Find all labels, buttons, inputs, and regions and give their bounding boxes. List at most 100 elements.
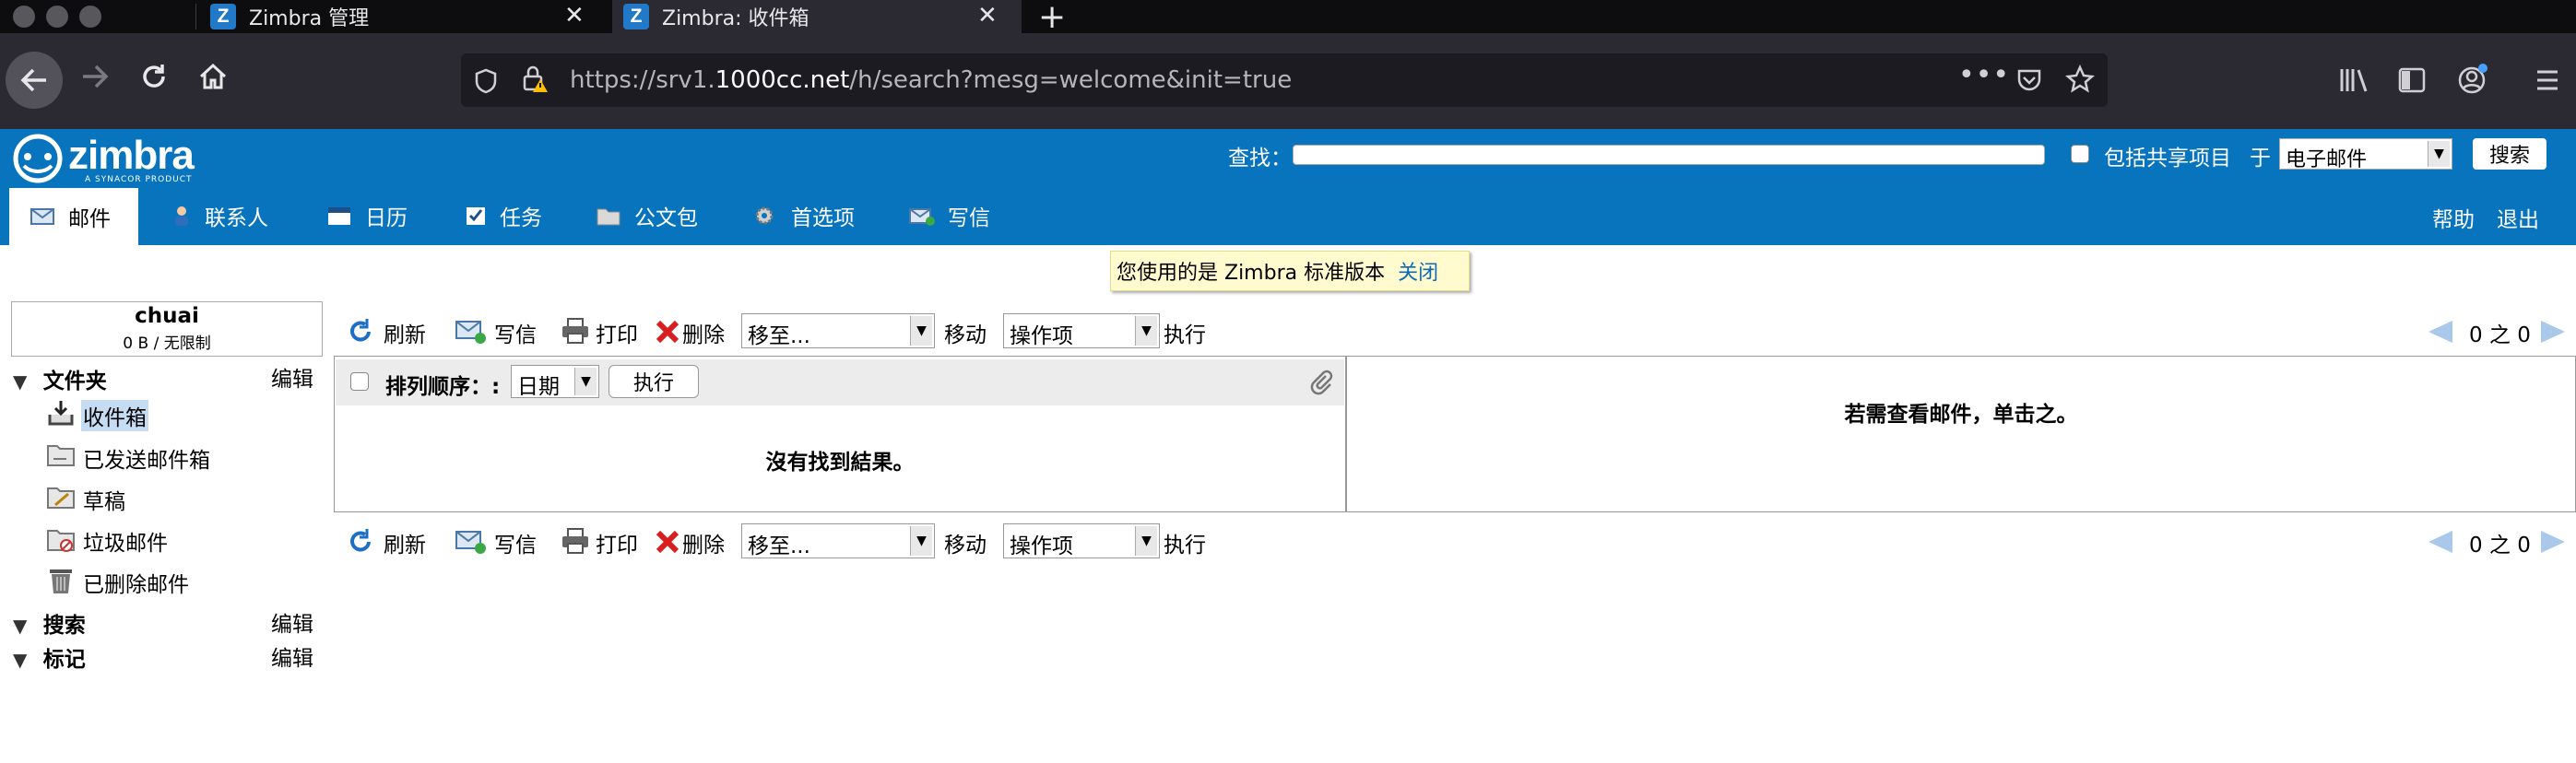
sidebar-icon[interactable] <box>2397 66 2427 94</box>
compose-icon <box>455 321 486 344</box>
sort-label: 排列顺序：: <box>385 375 501 399</box>
folder-inbox[interactable]: 收件箱 <box>81 400 148 431</box>
search-type-select[interactable]: 电子邮件 ▼ <box>2279 138 2452 171</box>
zoom-window-button[interactable] <box>79 6 101 28</box>
move-to-value: 移至... <box>748 534 810 558</box>
compose-button[interactable]: 写信 <box>494 317 537 348</box>
logout-link[interactable]: 退出 <box>2497 202 2539 233</box>
collapse-triangle-icon: ▼ <box>13 370 28 393</box>
actions-value: 操作项 <box>1010 324 1073 348</box>
mail-icon <box>30 208 54 225</box>
folder-junk[interactable]: 垃圾邮件 <box>83 525 168 557</box>
move-button[interactable]: 移动 <box>944 317 987 348</box>
reload-button[interactable] <box>138 61 170 92</box>
back-button[interactable] <box>6 52 63 109</box>
tab-mail[interactable]: 邮件 <box>9 188 138 245</box>
page-count: 0 之 0 <box>2469 323 2531 347</box>
select-all-checkbox[interactable] <box>350 372 369 391</box>
page-actions-icon[interactable]: ••• <box>1958 59 2010 91</box>
tab-title: Zimbra 管理 <box>249 7 370 30</box>
search-edit-link[interactable]: 编辑 <box>271 606 313 638</box>
tab-calendar[interactable]: 日历 <box>326 190 408 241</box>
library-icon[interactable] <box>2338 66 2369 94</box>
browser-nav-bar: https://srv1.1000cc.net/h/search?mesg=we… <box>0 33 2576 129</box>
browser-tab-admin[interactable]: Z Zimbra 管理 ✕ <box>197 0 610 33</box>
refresh-button[interactable]: 刷新 <box>384 527 426 558</box>
prev-page-icon[interactable] <box>2428 531 2452 553</box>
tab-briefcase[interactable]: 公文包 <box>596 190 698 241</box>
folders-title: 文件夹 <box>42 370 107 393</box>
refresh-button[interactable]: 刷新 <box>384 317 426 348</box>
tags-edit-link[interactable]: 编辑 <box>271 640 313 672</box>
compose-button[interactable]: 写信 <box>494 527 537 558</box>
minimize-window-button[interactable] <box>46 6 68 28</box>
tab-label: 写信 <box>948 206 990 230</box>
sort-execute-button[interactable]: 执行 <box>609 365 699 398</box>
pocket-icon[interactable] <box>2015 66 2043 94</box>
print-icon <box>562 318 588 344</box>
refresh-icon <box>350 529 371 552</box>
prev-page-icon[interactable] <box>2428 321 2452 343</box>
tab-preferences[interactable]: 首选项 <box>752 190 855 241</box>
tab-label: 邮件 <box>68 207 111 231</box>
help-link[interactable]: 帮助 <box>2432 202 2475 233</box>
close-window-button[interactable] <box>13 6 35 28</box>
tab-compose[interactable]: 写信 <box>909 190 990 241</box>
url-text[interactable]: https://srv1.1000cc.net/h/search?mesg=we… <box>570 66 1292 94</box>
actions-value: 操作项 <box>1010 534 1073 558</box>
folders-section-header[interactable]: ▼ 文件夹 <box>13 363 107 394</box>
empty-list-message: 沒有找到結果。 <box>765 451 915 475</box>
menu-icon[interactable] <box>2534 66 2561 94</box>
delete-button[interactable]: 删除 <box>682 527 725 558</box>
next-page-icon[interactable] <box>2541 321 2565 343</box>
folder-sent[interactable]: 已发送邮件箱 <box>83 442 210 474</box>
notice-close-link[interactable]: 关闭 <box>1398 256 1438 286</box>
search-input[interactable] <box>1293 145 2045 165</box>
browser-tab-inbox[interactable]: Z Zimbra: 收件箱 ✕ <box>612 0 1022 33</box>
folder-trash[interactable]: 已删除邮件 <box>83 567 189 598</box>
next-page-icon[interactable] <box>2541 531 2565 553</box>
move-to-select[interactable]: 移至... ▼ <box>741 523 935 558</box>
url-bar[interactable]: https://srv1.1000cc.net/h/search?mesg=we… <box>461 53 2108 107</box>
arrow-left-icon <box>20 68 46 92</box>
folder-drafts[interactable]: 草稿 <box>83 484 125 515</box>
tab-contacts[interactable]: 联系人 <box>171 190 268 241</box>
search-button[interactable]: 搜索 <box>2473 138 2546 170</box>
print-button[interactable]: 打印 <box>596 317 638 348</box>
preferences-icon <box>755 206 774 225</box>
lock-warning-icon[interactable] <box>522 65 549 94</box>
tab-tasks[interactable]: 任务 <box>465 190 542 241</box>
print-button[interactable]: 打印 <box>596 527 638 558</box>
include-shared-checkbox[interactable] <box>2071 145 2089 163</box>
actions-select[interactable]: 操作项 ▼ <box>1003 313 1160 348</box>
bookmark-star-icon[interactable] <box>2065 65 2095 94</box>
move-button[interactable]: 移动 <box>944 527 987 558</box>
zimbra-icon: Z <box>623 4 649 29</box>
folders-edit-link[interactable]: 编辑 <box>271 361 313 393</box>
tab-label: 任务 <box>500 206 542 230</box>
page-count: 0 之 0 <box>2469 534 2531 558</box>
search-section-header[interactable]: ▼ 搜索 <box>13 607 86 639</box>
execute-button[interactable]: 执行 <box>1164 317 1206 348</box>
tab-close-icon[interactable]: ✕ <box>977 4 998 28</box>
zimbra-logo[interactable]: zimbra A SYNACOR PRODUCT <box>7 133 238 186</box>
move-to-select[interactable]: 移至... ▼ <box>741 313 935 348</box>
search-label: 查找： <box>1228 147 1292 170</box>
new-tab-icon[interactable]: + <box>1038 0 1066 36</box>
toolbar-top: 刷新 写信 打印 删除 移至... ▼ 移动 操作项 ▼ 执行 0 之 0 <box>336 306 2576 354</box>
account-icon[interactable] <box>2456 63 2489 96</box>
home-button[interactable] <box>197 61 229 92</box>
tab-separator <box>195 4 196 29</box>
reload-icon <box>143 65 165 88</box>
chevron-down-icon: ▼ <box>1135 316 1157 346</box>
tab-close-icon[interactable]: ✕ <box>564 4 585 28</box>
sort-select[interactable]: 日期 ▼ <box>511 365 599 399</box>
actions-select[interactable]: 操作项 ▼ <box>1003 523 1160 558</box>
tags-section-header[interactable]: ▼ 标记 <box>13 641 86 673</box>
forward-button[interactable] <box>79 61 111 92</box>
execute-button[interactable]: 执行 <box>1164 527 1206 558</box>
contacts-icon <box>175 206 188 226</box>
delete-button[interactable]: 删除 <box>682 317 725 348</box>
tab-title: Zimbra: 收件箱 <box>662 7 809 30</box>
compose-icon <box>909 208 935 226</box>
